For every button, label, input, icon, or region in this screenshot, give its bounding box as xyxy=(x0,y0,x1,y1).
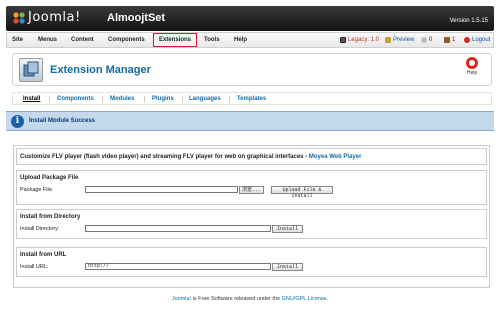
messages-count[interactable]: 0 xyxy=(421,37,432,43)
extension-subnav: Install Components Modules Plugins Langu… xyxy=(12,92,492,105)
tab-modules[interactable]: Modules xyxy=(110,96,134,102)
install-panel: Customize FLV player (flash video player… xyxy=(13,145,490,288)
users-count[interactable]: 1 xyxy=(444,37,455,43)
users-icon xyxy=(444,37,450,43)
section-title: Install from Directory xyxy=(20,214,81,220)
menu-content[interactable]: Content xyxy=(71,37,94,43)
upload-package-section: Upload Package File Package File: 浏览... … xyxy=(16,170,487,205)
legacy-status: Legacy: 1.0 xyxy=(340,37,379,43)
install-directory-label: Install Directory: xyxy=(20,226,60,232)
preview-icon xyxy=(385,37,391,43)
tab-plugins[interactable]: Plugins xyxy=(152,96,174,102)
divider xyxy=(229,96,230,103)
menu-site[interactable]: Site xyxy=(12,37,23,43)
main-menu-bar: Site Menus Content Components Extensions… xyxy=(6,32,494,48)
help-button[interactable]: Help xyxy=(462,57,482,76)
install-url-button[interactable]: Install xyxy=(272,263,303,271)
joomla-logo-icon xyxy=(13,12,25,24)
admin-header: Joomla! AlmoojtSet Version 1.5.15 xyxy=(6,6,494,31)
tab-components[interactable]: Components xyxy=(57,96,94,102)
divider xyxy=(144,96,145,103)
tab-install[interactable]: Install xyxy=(23,96,40,102)
extension-manager-icon xyxy=(19,58,43,82)
legacy-icon xyxy=(340,37,346,43)
toolbar-box: Extension Manager Help xyxy=(12,53,492,86)
tab-templates[interactable]: Templates xyxy=(237,96,266,102)
lifebuoy-icon xyxy=(466,57,478,69)
page-title: Extension Manager xyxy=(50,64,151,76)
footer: Joomla! is Free Software released under … xyxy=(171,296,329,302)
menu-extensions[interactable]: Extensions xyxy=(153,33,198,47)
logout-icon xyxy=(464,37,470,43)
divider xyxy=(102,96,103,103)
joomla-link[interactable]: Joomla! xyxy=(172,296,191,302)
divider xyxy=(182,96,183,103)
messages-icon xyxy=(421,37,427,43)
menu-help[interactable]: Help xyxy=(234,37,247,43)
menu-tools[interactable]: Tools xyxy=(204,37,220,43)
logout-link[interactable]: Logout xyxy=(464,37,490,43)
tab-languages[interactable]: Languages xyxy=(189,96,221,102)
message-text: Install Module Success xyxy=(29,118,96,124)
moyea-link[interactable]: Moyea Web Player xyxy=(309,154,362,160)
package-file-label: Package File: xyxy=(20,187,54,193)
install-url-section: Install from URL Install URL: http:// In… xyxy=(16,247,487,277)
package-file-input[interactable] xyxy=(85,186,238,193)
menu-menus[interactable]: Menus xyxy=(38,37,57,43)
divider xyxy=(49,96,50,103)
install-url-input[interactable]: http:// xyxy=(85,263,271,270)
gpl-license-link[interactable]: GNU/GPL License xyxy=(282,296,327,302)
site-name: AlmoojtSet xyxy=(107,12,166,24)
joomla-logo-text: Joomla! xyxy=(28,10,81,25)
install-url-label: Install URL: xyxy=(20,264,49,270)
menu-components[interactable]: Components xyxy=(108,37,145,43)
browse-button[interactable]: 浏览... xyxy=(239,186,264,194)
upload-install-button[interactable]: Upload File & Install xyxy=(271,186,333,199)
install-directory-input[interactable] xyxy=(85,225,271,232)
extension-description: Customize FLV player (flash video player… xyxy=(16,148,487,165)
section-title: Install from URL xyxy=(20,252,67,258)
system-message: i Install Module Success xyxy=(6,111,494,131)
preview-link[interactable]: Preview xyxy=(385,37,414,43)
install-directory-section: Install from Directory Install Directory… xyxy=(16,209,487,239)
info-icon: i xyxy=(11,115,24,128)
version-text: Version 1.5.15 xyxy=(449,18,488,24)
install-directory-button[interactable]: Install xyxy=(272,225,303,233)
section-title: Upload Package File xyxy=(20,175,79,181)
